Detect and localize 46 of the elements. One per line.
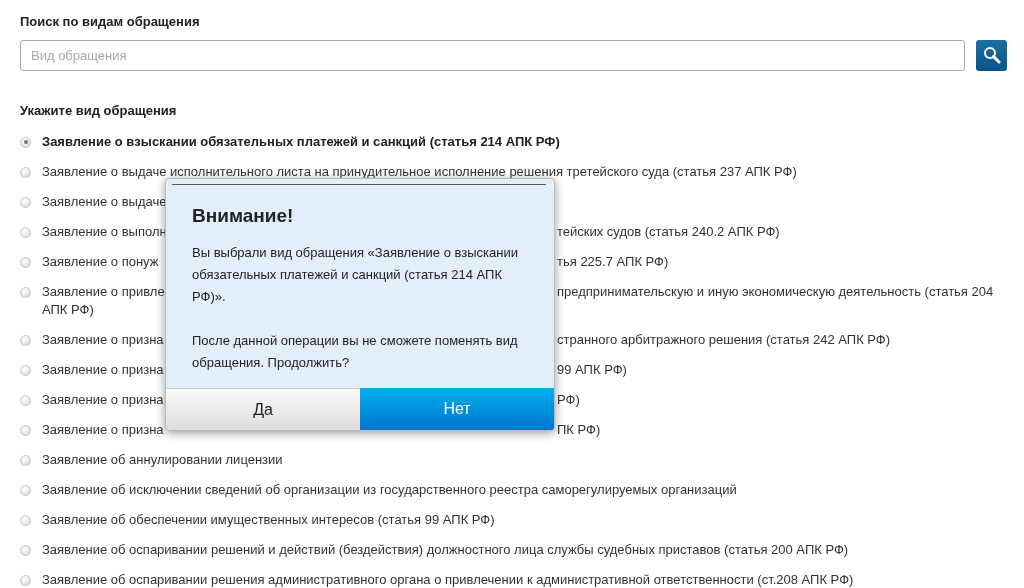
radio-button[interactable] xyxy=(20,196,31,208)
option-label[interactable]: Заявление о призна xyxy=(42,392,164,407)
option-label[interactable]: Заявление об обеспечении имущественных интересов (статья 99 АПК РФ) xyxy=(42,512,495,527)
radio-button[interactable] xyxy=(20,166,31,178)
option-label[interactable]: тейских судов (статья 240.2 АПК РФ) xyxy=(557,224,780,239)
search-label: Поиск по видам обращения xyxy=(20,14,200,30)
radio-button[interactable] xyxy=(20,394,31,406)
option-label[interactable]: Заявление о призна xyxy=(42,362,164,377)
search-icon xyxy=(982,46,1001,64)
option-label[interactable]: Заявление о призна xyxy=(42,422,164,437)
radio-button[interactable] xyxy=(20,364,31,376)
radio-button[interactable] xyxy=(20,334,31,346)
dialog-message: После данной операции вы не сможете поменять вид обращения. Продолжить? xyxy=(192,332,519,372)
option-label[interactable]: Заявление о выдаче xyxy=(42,194,167,209)
radio-button[interactable] xyxy=(20,226,31,238)
option-label[interactable]: предпринимательскую и иную экономическую деятельность (статья 204 xyxy=(557,284,994,299)
dialog-title: Внимание! xyxy=(192,204,294,228)
radio-button[interactable] xyxy=(20,544,31,556)
dialog-message: Вы выбрали вид обращения «Заявление о взыскании обязательных платежей и санкций (статья 214 АПК РФ)». xyxy=(192,244,519,306)
option-label[interactable]: Заявление об оспаривании решения административного органа о привлечении к административной ответственности (ст.208 АПК РФ) xyxy=(42,572,854,587)
option-label[interactable]: тья 225.7 АПК РФ) xyxy=(557,254,669,269)
option-label[interactable]: Заявление о выдаче исполнительного листа на принудительное исполнение решения третейского суда (статья 237 АПК РФ) xyxy=(42,164,797,179)
radio-button[interactable] xyxy=(20,454,31,466)
yes-button[interactable]: Да xyxy=(166,388,360,430)
radio-button[interactable] xyxy=(20,484,31,496)
radio-button[interactable] xyxy=(20,286,31,298)
search-button[interactable] xyxy=(976,39,1007,71)
radio-button[interactable] xyxy=(20,574,31,586)
option-label[interactable]: Заявление об исключении сведений об организации из государственного реестра саморегулируемых организаций xyxy=(42,482,737,497)
option-label[interactable]: ПК РФ) xyxy=(557,422,601,437)
radio-button[interactable] xyxy=(20,136,31,148)
radio-button[interactable] xyxy=(20,514,31,526)
option-label[interactable]: Заявление о взыскании обязательных платежей и санкций (статья 214 АПК РФ) xyxy=(42,134,560,149)
option-label[interactable]: 99 АПК РФ) xyxy=(557,362,627,377)
option-label[interactable]: АПК РФ) xyxy=(42,302,94,317)
radio-button[interactable] xyxy=(20,424,31,436)
section-label: Укажите вид обращения xyxy=(20,102,177,119)
option-label[interactable]: Заявление об аннулировании лицензии xyxy=(42,452,283,467)
search-field[interactable]: Вид обращения xyxy=(20,39,965,71)
option-label[interactable]: Заявление о понуж xyxy=(42,254,159,269)
radio-button[interactable] xyxy=(20,256,31,268)
option-label[interactable]: Заявление о привле xyxy=(42,284,165,299)
option-label[interactable]: странного арбитражного решения (статья 242 АПК РФ) xyxy=(557,332,891,347)
option-label[interactable]: РФ) xyxy=(557,392,580,407)
option-label[interactable]: Заявление о призна xyxy=(42,332,164,347)
option-label[interactable]: Заявление об оспаривании решений и действий (бездействия) должностного лица службы судебных приставов (статья 200 АПК РФ) xyxy=(42,542,849,557)
